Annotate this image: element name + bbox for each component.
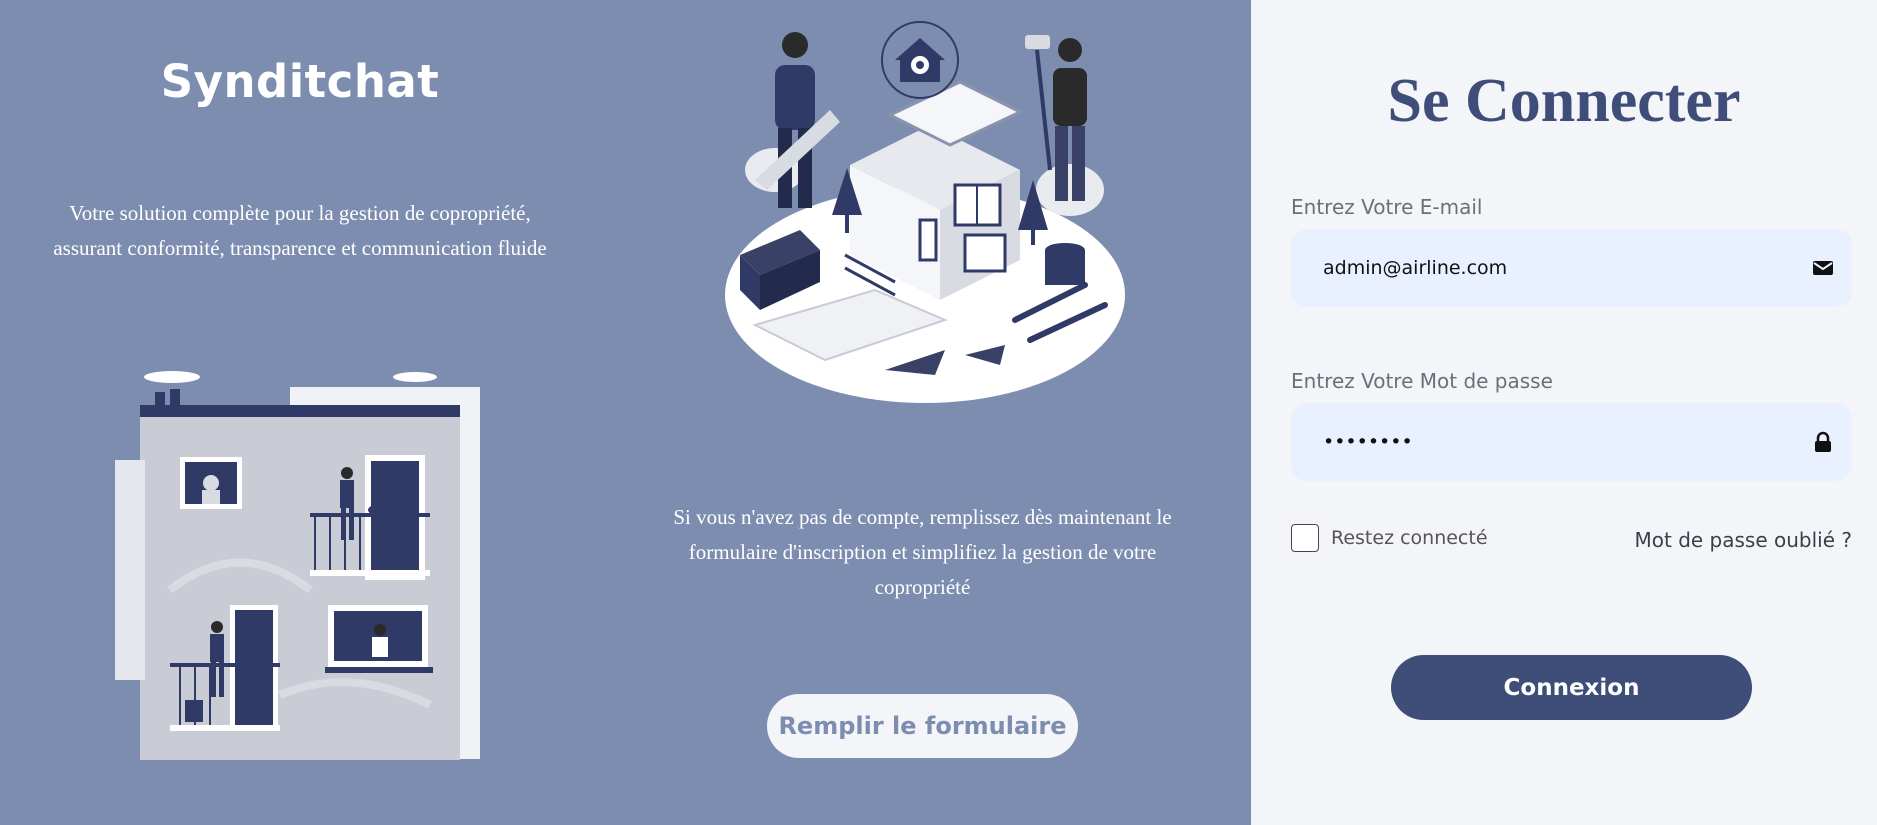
forgot-password-link[interactable]: Mot de passe oublié ? [1635,528,1853,552]
email-label: Entrez Votre E-mail [1291,195,1483,219]
brand-title: Synditchat [160,55,440,108]
email-field-container [1291,229,1852,307]
password-field[interactable] [1323,403,1793,481]
signup-info-line: Si vous n'avez pas de compte, remplissez… [673,505,1172,529]
workers-house-illustration [725,21,1125,403]
password-label: Entrez Votre Mot de passe [1291,369,1553,393]
fill-form-button[interactable]: Remplir le formulaire [767,694,1078,758]
login-panel: Se Connecter Entrez Votre E-mail Entrez … [1251,0,1877,825]
signup-info: Si vous n'avez pas de compte, remplissez… [625,500,1220,605]
remember-me: Restez connecté [1291,524,1488,552]
remember-label: Restez connecté [1331,527,1488,549]
login-button[interactable]: Connexion [1391,655,1752,720]
tagline: Votre solution complète pour la gestion … [10,196,590,266]
password-field-container [1291,403,1852,481]
welcome-panel: Synditchat Votre solution complète pour … [0,0,1251,825]
remember-checkbox[interactable] [1291,524,1319,552]
tagline-line: Votre solution complète pour la gestion … [69,201,531,225]
login-page: Synditchat Votre solution complète pour … [0,0,1877,825]
envelope-icon [1813,261,1833,275]
signup-info-line: formulaire d'inscription et simplifiez l… [688,540,1157,564]
apartment-building-illustration [115,371,480,760]
gear-icon [881,21,959,99]
signup-info-line: copropriété [874,575,971,599]
login-title: Se Connecter [1387,67,1741,135]
lock-icon [1815,431,1831,452]
tagline-line: assurant conformité, transparence et com… [53,236,547,260]
email-field[interactable] [1323,229,1793,307]
